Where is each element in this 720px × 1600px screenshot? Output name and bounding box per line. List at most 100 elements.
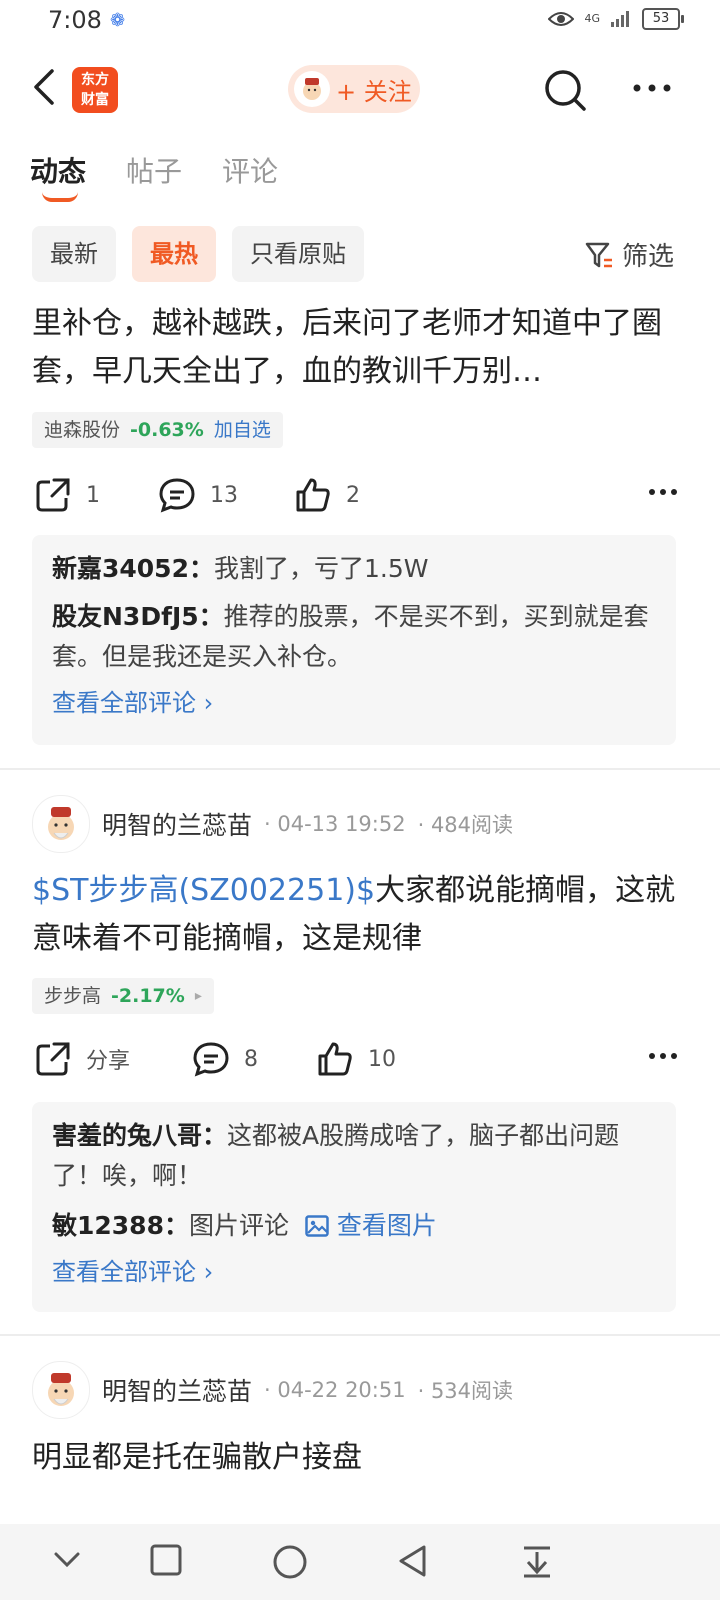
dropdown-notification-icon[interactable] bbox=[520, 1544, 554, 1578]
fortune-god-icon bbox=[303, 78, 321, 100]
thumbs-up-icon bbox=[318, 1042, 352, 1076]
comment-user[interactable]: 害羞的兔八哥 bbox=[52, 1121, 202, 1150]
fortune-god-icon bbox=[48, 1373, 74, 1406]
view-image-link[interactable]: 查看图片 bbox=[297, 1211, 437, 1240]
share-button[interactable]: 分享 bbox=[34, 1040, 130, 1078]
back-icon[interactable] bbox=[30, 67, 60, 107]
sort-chips: 最新 最热 只看原贴 bbox=[32, 226, 364, 282]
tab-comments[interactable]: 评论 bbox=[222, 150, 278, 190]
signal-icon bbox=[611, 11, 629, 27]
chevron-right-icon: ▸ bbox=[194, 988, 202, 1004]
comment-count: 13 bbox=[210, 482, 238, 508]
like-button[interactable]: 2 bbox=[294, 476, 360, 514]
comment-icon bbox=[193, 1042, 229, 1077]
comment-item: 股友N3DfJ5：推荐的股票，不是买不到，买到就是套套。但是我还是买入补仓。 bbox=[52, 597, 656, 677]
chip-latest[interactable]: 最新 bbox=[32, 226, 116, 282]
post-header: 明智的兰蕊苗 · 04-13 19:52 · 484阅读 bbox=[32, 795, 513, 853]
stock-tag[interactable]: 迪森股份 -0.63% 加自选 bbox=[32, 412, 283, 448]
comment-colon: ： bbox=[188, 554, 214, 583]
status-bar: 7:08 ❁ 4G 53 bbox=[0, 0, 720, 44]
recent-apps-icon[interactable] bbox=[150, 1544, 182, 1576]
logo-line1: 东方 bbox=[81, 72, 109, 88]
comment-preview[interactable]: 害羞的兔八哥：这都被A股腾成啥了，脑子都出问题了！唉，啊！ 敏12388：图片评… bbox=[32, 1102, 676, 1312]
top-bar: 东方 财富 + 关注 bbox=[0, 55, 720, 125]
tab-dynamic[interactable]: 动态 bbox=[30, 150, 87, 202]
post-text[interactable]: 明显都是托在骗散户接盘 bbox=[32, 1434, 682, 1482]
tab-posts[interactable]: 帖子 bbox=[126, 150, 182, 190]
divider bbox=[0, 768, 720, 770]
comment-button[interactable]: 8 bbox=[192, 1040, 258, 1078]
status-time: 7:08 bbox=[48, 6, 102, 34]
comment-item: 新嘉34052：我割了，亏了1.5W bbox=[52, 549, 656, 589]
comment-user[interactable]: 股友N3DfJ5 bbox=[52, 602, 199, 631]
view-all-comments-link[interactable]: 查看全部评论 › bbox=[52, 1252, 656, 1292]
post-actions: 1 13 2 bbox=[32, 476, 682, 526]
share-icon bbox=[36, 478, 70, 512]
status-icons: 4G 53 bbox=[548, 8, 684, 30]
chevron-down-icon[interactable] bbox=[52, 1544, 82, 1574]
stock-name: 迪森股份 bbox=[44, 419, 121, 441]
tab-bar: 动态 帖子 评论 bbox=[30, 150, 278, 202]
comment-colon: ： bbox=[163, 1211, 189, 1240]
network-label: 4G bbox=[584, 12, 600, 25]
read-count: · 484阅读 bbox=[417, 813, 514, 837]
comment-preview[interactable]: 新嘉34052：我割了，亏了1.5W 股友N3DfJ5：推荐的股票，不是买不到，… bbox=[32, 535, 676, 745]
app-logo[interactable]: 东方 财富 bbox=[72, 67, 118, 113]
paw-icon: ❁ bbox=[110, 10, 126, 31]
comment-count: 8 bbox=[244, 1046, 258, 1072]
back-nav-icon[interactable] bbox=[396, 1544, 430, 1578]
search-icon[interactable] bbox=[544, 69, 586, 111]
post-time: · 04-22 20:51 bbox=[264, 1378, 406, 1402]
stock-change: -0.63% bbox=[130, 419, 204, 441]
read-count: · 534阅读 bbox=[417, 1379, 514, 1403]
tab-underline bbox=[42, 192, 78, 202]
thumbs-up-icon bbox=[296, 478, 330, 512]
like-button[interactable]: 10 bbox=[316, 1040, 396, 1078]
chip-hot[interactable]: 最热 bbox=[132, 226, 216, 282]
avatar[interactable] bbox=[32, 1361, 90, 1419]
eye-icon bbox=[548, 12, 575, 26]
stock-tag[interactable]: 步步高 -2.17% ▸ bbox=[32, 978, 214, 1014]
share-count: 1 bbox=[86, 482, 100, 508]
post-text[interactable]: $ST步步高(SZ002251)$大家都说能摘帽，这就意味着不可能摘帽，这是规律 bbox=[32, 867, 682, 963]
logo-line2: 财富 bbox=[81, 92, 109, 108]
comment-user[interactable]: 敏12388 bbox=[52, 1211, 164, 1240]
stock-name: 步步高 bbox=[44, 985, 102, 1007]
chip-original[interactable]: 只看原贴 bbox=[232, 226, 364, 282]
comment-colon: ： bbox=[198, 602, 224, 631]
filter-icon bbox=[585, 242, 612, 267]
comment-user[interactable]: 新嘉34052 bbox=[52, 554, 189, 583]
comment-text: 我割了，亏了1.5W bbox=[214, 554, 429, 583]
post-more-icon[interactable] bbox=[648, 488, 678, 496]
comment-icon bbox=[159, 478, 195, 513]
comment-item: 害羞的兔八哥：这都被A股腾成啥了，脑子都出问题了！唉，啊！ bbox=[52, 1116, 656, 1196]
divider bbox=[0, 1334, 720, 1336]
follow-label: + 关注 bbox=[336, 77, 412, 106]
image-icon bbox=[305, 1215, 329, 1237]
share-button[interactable]: 1 bbox=[34, 476, 100, 514]
like-count: 2 bbox=[346, 482, 360, 508]
follow-button[interactable]: + 关注 bbox=[288, 65, 420, 113]
author-name[interactable]: 明智的兰蕊苗 bbox=[102, 1372, 252, 1408]
post-actions: 分享 8 10 bbox=[32, 1040, 682, 1090]
system-nav-bar bbox=[0, 1524, 720, 1600]
more-icon[interactable] bbox=[632, 83, 672, 93]
filter-button[interactable]: 筛选 bbox=[584, 236, 674, 273]
avatar bbox=[294, 71, 330, 107]
post-text[interactable]: 里补仓，越补越跌，后来问了老师才知道中了圈套，早几天全出了，血的教训千万别… bbox=[32, 300, 682, 396]
author-name[interactable]: 明智的兰蕊苗 bbox=[102, 806, 252, 842]
filter-label: 筛选 bbox=[621, 242, 674, 272]
share-label: 分享 bbox=[86, 1049, 131, 1074]
view-all-comments-link[interactable]: 查看全部评论 › bbox=[52, 683, 656, 723]
post-header: 明智的兰蕊苗 · 04-22 20:51 · 534阅读 bbox=[32, 1361, 513, 1419]
stock-link[interactable]: $ST步步高(SZ002251)$ bbox=[32, 873, 375, 908]
post-time: · 04-13 19:52 bbox=[264, 812, 406, 836]
avatar[interactable] bbox=[32, 795, 90, 853]
battery-icon: 53 bbox=[642, 8, 684, 30]
comment-item: 敏12388：图片评论 查看图片 bbox=[52, 1206, 656, 1246]
add-watchlist-button[interactable]: 加自选 bbox=[214, 412, 271, 448]
post-more-icon[interactable] bbox=[648, 1052, 678, 1060]
home-icon[interactable] bbox=[272, 1544, 308, 1580]
tab-label: 动态 bbox=[30, 155, 87, 188]
comment-button[interactable]: 13 bbox=[158, 476, 238, 514]
